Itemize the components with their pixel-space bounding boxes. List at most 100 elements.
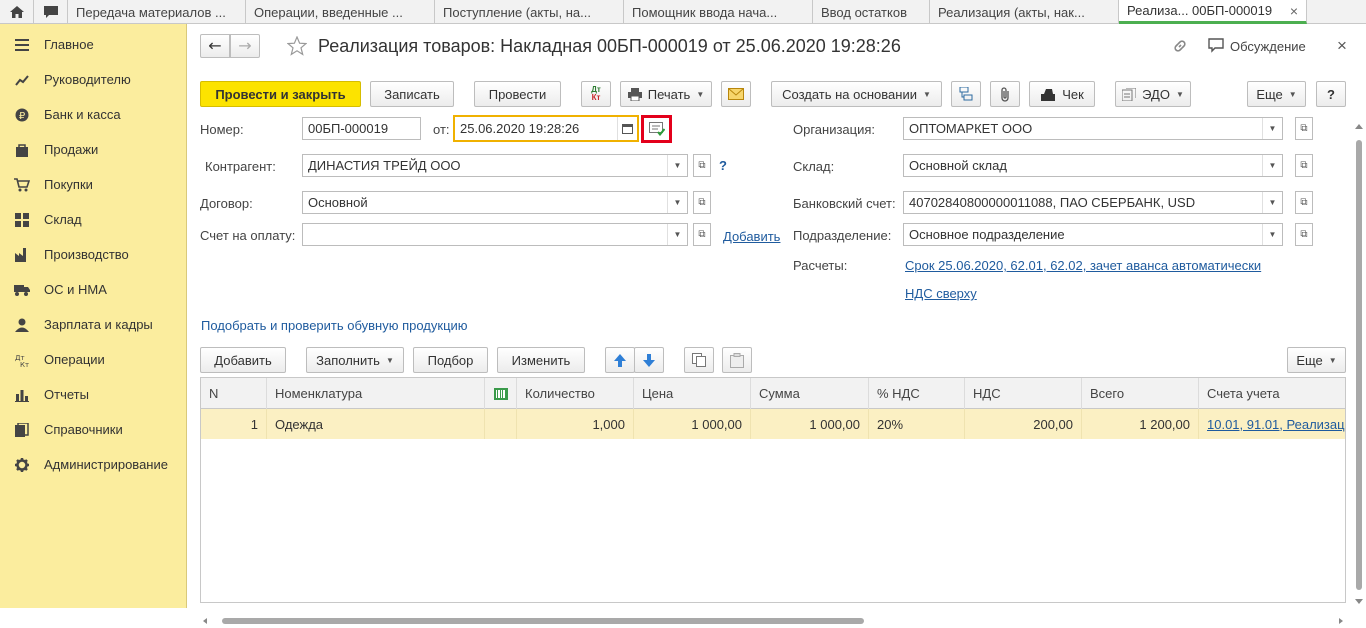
table-row[interactable]: 1 Одежда 1,000 1 000,00 1 000,00 20% 200… (201, 409, 1345, 439)
post-and-close-button[interactable]: Провести и закрыть (200, 81, 361, 107)
date-field[interactable]: 25.06.2020 19:28:26 (453, 115, 639, 142)
table-more-button[interactable]: Еще ▼ (1287, 347, 1346, 373)
sidebar-item-operations[interactable]: Дт Кт Операции (0, 342, 186, 377)
cell-marking[interactable] (485, 409, 517, 439)
cell-nomenclature[interactable]: Одежда (267, 409, 485, 439)
sidebar-item-salary[interactable]: Зарплата и кадры (0, 307, 186, 342)
column-header-n[interactable]: N (201, 378, 267, 409)
cell-accounts-link[interactable]: 10.01, 91.01, Реализац (1199, 409, 1345, 439)
help-button[interactable]: ? (1316, 81, 1346, 107)
open-contractor-button[interactable]: ⧉ (693, 154, 711, 177)
cell-price[interactable]: 1 000,00 (634, 409, 751, 439)
email-button[interactable] (721, 81, 751, 107)
column-header-sum[interactable]: Сумма (751, 378, 869, 409)
save-button[interactable]: Записать (370, 81, 454, 107)
create-based-on-button[interactable]: Создать на основании ▼ (771, 81, 942, 107)
page-vertical-scrollbar[interactable] (1354, 124, 1364, 604)
goods-table[interactable]: N Номенклатура Количество Цена Сумма % Н… (200, 377, 1346, 603)
select-items-button[interactable]: Подбор (413, 347, 488, 373)
edo-button[interactable]: ЭДО ▼ (1115, 81, 1191, 107)
division-field[interactable]: Основное подразделение ▼ (903, 223, 1283, 246)
chevron-down-icon[interactable]: ▼ (1262, 155, 1282, 176)
sidebar-item-administration[interactable]: Администрирование (0, 447, 186, 482)
add-invoice-link[interactable]: Добавить (723, 229, 780, 244)
sidebar-item-manager[interactable]: Руководителю (0, 62, 186, 97)
open-warehouse-button[interactable]: ⧉ (1295, 154, 1313, 177)
vat-link[interactable]: НДС сверху (905, 286, 977, 301)
chat-icon[interactable] (34, 0, 68, 24)
dt-kt-button[interactable]: Дт Кт (581, 81, 611, 107)
sidebar-item-warehouse[interactable]: Склад (0, 202, 186, 237)
back-button[interactable]: ← (200, 34, 230, 58)
cell-sum[interactable]: 1 000,00 (751, 409, 869, 439)
cell-quantity[interactable]: 1,000 (517, 409, 634, 439)
contract-field[interactable]: Основной ▼ (302, 191, 688, 214)
forward-button[interactable]: → (230, 34, 260, 58)
link-icon[interactable] (1172, 38, 1190, 56)
contractor-help-link[interactable]: ? (719, 158, 727, 173)
tab-balances[interactable]: Ввод остатков (813, 0, 930, 24)
tab-transfer-materials[interactable]: Передача материалов ... (68, 0, 246, 24)
move-up-button[interactable] (605, 347, 635, 373)
close-tab-icon[interactable]: × (1282, 3, 1298, 19)
open-contract-button[interactable]: ⧉ (693, 191, 711, 214)
more-actions-button[interactable]: Еще ▼ (1247, 81, 1306, 107)
close-window-button[interactable]: × (1337, 36, 1347, 56)
column-header-total[interactable]: Всего (1082, 378, 1199, 409)
column-header-price[interactable]: Цена (634, 378, 751, 409)
fill-button[interactable]: Заполнить ▼ (306, 347, 404, 373)
sidebar-item-directories[interactable]: Справочники (0, 412, 186, 447)
favorite-star-icon[interactable] (286, 34, 308, 58)
sidebar-item-production[interactable]: Производство (0, 237, 186, 272)
column-header-accounts[interactable]: Счета учета (1199, 378, 1345, 409)
select-shoes-link[interactable]: Подобрать и проверить обувную продукцию (201, 318, 468, 333)
sidebar-item-purchases[interactable]: Покупки (0, 167, 186, 202)
discussion-label[interactable]: Обсуждение (1230, 39, 1306, 54)
column-header-vat-rate[interactable]: % НДС (869, 378, 965, 409)
add-row-button[interactable]: Добавить (200, 347, 286, 373)
sidebar-item-bank[interactable]: ₽ Банк и касса (0, 97, 186, 132)
organization-field[interactable]: ОПТОМАРКЕТ ООО ▼ (903, 117, 1283, 140)
tab-input-assistant[interactable]: Помощник ввода нача... (624, 0, 813, 24)
sidebar-item-assets[interactable]: ОС и НМА (0, 272, 186, 307)
open-organization-button[interactable]: ⧉ (1295, 117, 1313, 140)
contractor-field[interactable]: ДИНАСТИЯ ТРЕЙД ООО ▼ (302, 154, 688, 177)
column-header-nomenclature[interactable]: Номенклатура (267, 378, 485, 409)
open-bank-account-button[interactable]: ⧉ (1295, 191, 1313, 214)
sidebar-item-sales[interactable]: Продажи (0, 132, 186, 167)
open-division-button[interactable]: ⧉ (1295, 223, 1313, 246)
column-header-quantity[interactable]: Количество (517, 378, 634, 409)
warehouse-field[interactable]: Основной склад ▼ (903, 154, 1283, 177)
print-button[interactable]: Печать ▼ (620, 81, 712, 107)
open-invoice-button[interactable]: ⧉ (693, 223, 711, 246)
table-horizontal-scrollbar[interactable] (200, 613, 1346, 624)
chevron-down-icon[interactable]: ▼ (667, 224, 687, 245)
structure-button[interactable] (951, 81, 981, 107)
bank-account-field[interactable]: 40702840800000011088, ПАО СБЕРБАНК, USD ▼ (903, 191, 1283, 214)
post-button[interactable]: Провести (474, 81, 561, 107)
sidebar-item-main[interactable]: Главное (0, 27, 186, 62)
tab-operations[interactable]: Операции, введенные ... (246, 0, 435, 24)
tab-sales-list[interactable]: Реализация (акты, нак... (930, 0, 1119, 24)
change-button[interactable]: Изменить (497, 347, 585, 373)
discussion-icon[interactable] (1208, 38, 1226, 56)
cell-vat[interactable]: 200,00 (965, 409, 1082, 439)
chevron-down-icon[interactable]: ▼ (667, 155, 687, 176)
receipt-button[interactable]: Чек (1029, 81, 1095, 107)
cell-n[interactable]: 1 (201, 409, 267, 439)
cell-total[interactable]: 1 200,00 (1082, 409, 1199, 439)
chevron-down-icon[interactable]: ▼ (1262, 118, 1282, 139)
edit-number-button[interactable] (641, 115, 672, 143)
move-down-button[interactable] (634, 347, 664, 373)
chevron-down-icon[interactable]: ▼ (1262, 192, 1282, 213)
column-header-marking[interactable] (485, 378, 517, 409)
home-icon[interactable] (0, 0, 34, 24)
invoice-field[interactable]: ▼ (302, 223, 688, 246)
copy-rows-button[interactable] (684, 347, 714, 373)
number-field[interactable]: 00БП-000019 (302, 117, 421, 140)
attachments-button[interactable] (990, 81, 1020, 107)
chevron-down-icon[interactable]: ▼ (1262, 224, 1282, 245)
cell-vat-rate[interactable]: 20% (869, 409, 965, 439)
chevron-down-icon[interactable]: ▼ (667, 192, 687, 213)
tab-current-document[interactable]: Реализа... 00БП-000019 × (1119, 0, 1307, 24)
